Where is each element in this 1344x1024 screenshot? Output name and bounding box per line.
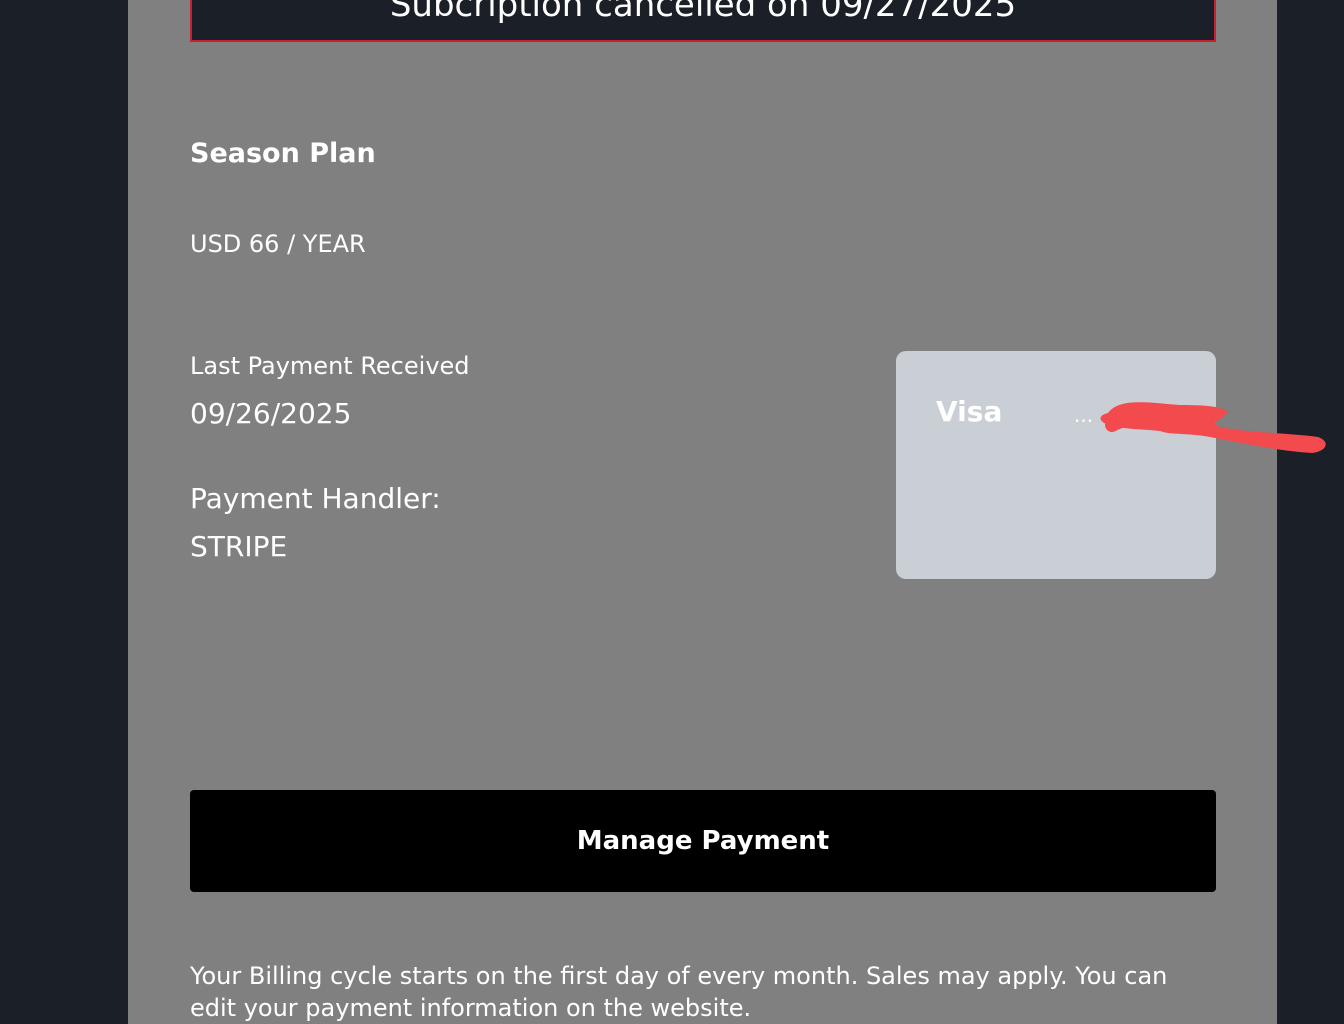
plan-price: USD 66 / YEAR <box>190 230 366 258</box>
payment-handler-value: STRIPE <box>190 530 288 563</box>
payment-card: Visa ... <box>896 351 1216 579</box>
manage-payment-button[interactable]: Manage Payment <box>190 790 1216 892</box>
payment-handler-label: Payment Handler: <box>190 482 441 515</box>
billing-cycle-note: Your Billing cycle starts on the first d… <box>190 962 1168 1022</box>
card-brand: Visa <box>936 395 1003 428</box>
card-number-masked: ... <box>1074 403 1094 427</box>
last-payment-date: 09/26/2025 <box>190 397 352 430</box>
cancellation-banner-text: Subcription cancelled on 09/27/2025 <box>389 0 1017 25</box>
last-payment-label: Last Payment Received <box>190 352 470 380</box>
plan-name: Season Plan <box>190 138 376 169</box>
cancellation-banner: Subcription cancelled on 09/27/2025 <box>190 0 1216 42</box>
